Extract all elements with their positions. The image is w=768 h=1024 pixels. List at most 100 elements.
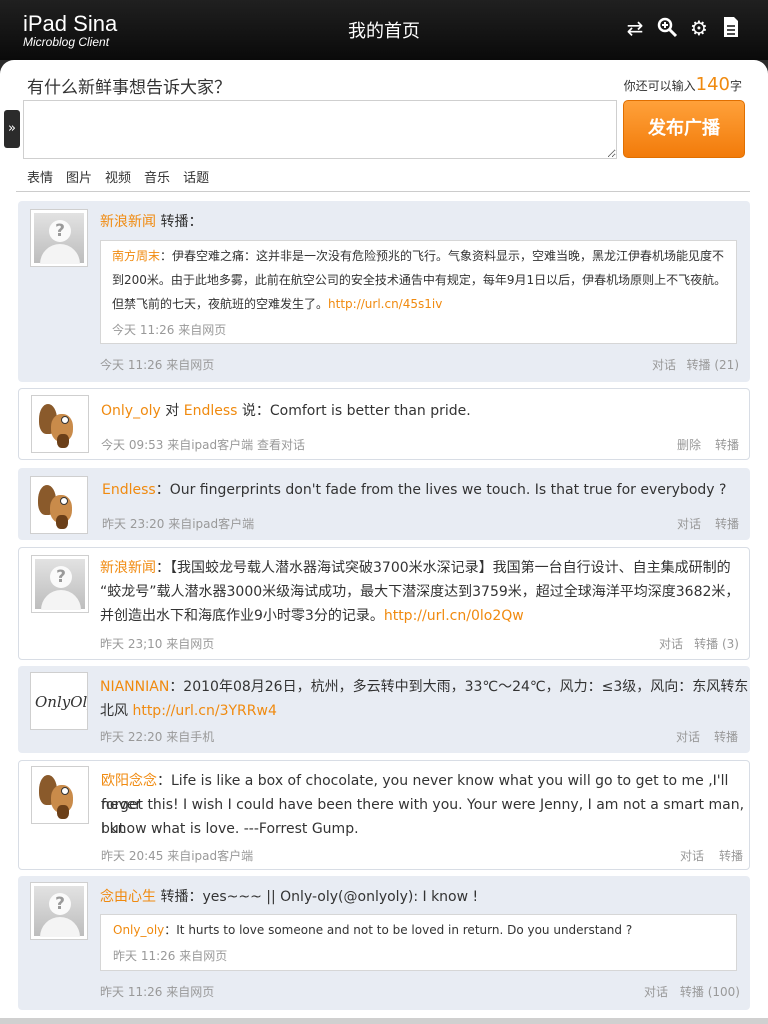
avatar[interactable]: ? <box>30 209 88 267</box>
squirrel-avatar-icon <box>36 481 82 529</box>
feed-item: Endless：Our fingerprints don't fade from… <box>18 468 750 540</box>
text-part: 转播：yes~~~ || Only-oly(@onlyoly): I know … <box>156 889 479 905</box>
conversation-link[interactable]: 对话 <box>652 356 676 373</box>
author-name[interactable]: Only_oly <box>101 403 161 419</box>
author-name[interactable]: 念由心生 <box>100 889 156 905</box>
quote-line: 但禁飞前的七天，夜航班的空难发生了。http://url.cn/45s1iv <box>112 292 442 316</box>
signature-avatar-icon: OnlyOly <box>35 693 88 711</box>
feed-item: ? 新浪新闻 转播： 南方周末：伊春空难之痛：这并非是一次没有危险预兆的飞行。气… <box>18 201 750 382</box>
author-name[interactable]: NIANNIAN <box>100 679 169 695</box>
item-text: I know what is love. ---Forrest Gump. <box>101 821 359 837</box>
item-text: 北风 http://url.cn/3YRRw4 <box>100 699 277 723</box>
author-name[interactable]: 欧阳念念 <box>101 773 157 789</box>
repost-link[interactable]: 转播 <box>715 436 739 453</box>
author-name[interactable]: 新浪新闻 <box>100 560 156 576</box>
top-bar: iPad Sina Microblog Client 我的首页 ⇄ ⚙ <box>0 0 768 60</box>
tool-image[interactable]: 图片 <box>66 167 92 186</box>
quote-line: Only_oly：It hurts to love someone and no… <box>113 918 632 942</box>
conversation-link[interactable]: 对话 <box>659 635 683 652</box>
compose-tools: 表情 图片 视频 音乐 话题 <box>27 167 209 186</box>
repost-link[interactable]: 转播 <box>715 515 739 532</box>
item-meta: 昨天 20:45 来自ipad客户端 <box>101 849 254 863</box>
item-text: 并创造出水下和海底作业9小时零3分的记录。http://url.cn/0lo2Q… <box>100 604 524 628</box>
text-part: 对 <box>160 403 184 419</box>
repost-link[interactable]: 转播 (100) <box>680 983 740 1000</box>
main-panel: 有什么新鲜事想告诉大家？ 你还可以输入140字 » 发布广播 表情 图片 视频 … <box>0 60 768 1018</box>
item-meta: 今天 11:26 来自网页 <box>100 358 215 372</box>
delete-link[interactable]: 删除 <box>677 436 701 453</box>
avatar[interactable] <box>30 476 88 534</box>
conversation-link[interactable]: 对话 <box>644 983 668 1000</box>
gear-icon[interactable]: ⚙ <box>688 16 710 40</box>
document-icon[interactable] <box>720 16 742 40</box>
item-text: “蛟龙号”载人潜水器3000米级海试成功，最大下潜深度达到3759米，超过全球海… <box>100 584 740 600</box>
text-part: ：【我国蛟龙号载人潜水器海试突破3700米水深记录】我国第一台自行设计、自主集成… <box>156 560 731 576</box>
repost-link[interactable]: 转播 <box>714 728 738 745</box>
quote-text: 但禁飞前的七天，夜航班的空难发生了。 <box>112 297 329 311</box>
post-link[interactable]: http://url.cn/0lo2Qw <box>384 608 524 624</box>
repost-label: 转播： <box>160 214 203 230</box>
item-text: Endless：Our fingerprints don't fade from… <box>102 478 726 502</box>
counter-number: 140 <box>695 74 730 95</box>
repost-link[interactable]: 转播 (21) <box>687 356 739 373</box>
item-text: Only_oly 对 Endless 说：Comfort is better t… <box>101 399 471 423</box>
tool-emoticon[interactable]: 表情 <box>27 167 53 186</box>
item-meta: 昨天 11:26 来自网页 <box>100 985 215 999</box>
author-name[interactable]: 新浪新闻 <box>100 214 156 230</box>
default-avatar-icon: ? <box>35 559 85 610</box>
squirrel-avatar-icon <box>37 771 83 819</box>
conversation-link[interactable]: 对话 <box>677 515 701 532</box>
text-part: ：2010年08月26日，杭州，多云转中到大雨，33℃～24℃，风力：≤3级，风… <box>169 679 749 695</box>
toolbar-icons: ⇄ ⚙ <box>624 16 742 40</box>
avatar[interactable]: OnlyOly <box>30 672 88 730</box>
item-meta: 昨天 23:20 来自ipad客户端 <box>102 517 255 531</box>
post-link[interactable]: http://url.cn/3YRRw4 <box>132 703 276 719</box>
search-zoom-icon[interactable] <box>656 16 678 40</box>
tool-music[interactable]: 音乐 <box>144 167 170 186</box>
text-part: ：Our fingerprints don't fade from the li… <box>155 482 727 498</box>
quote-text: ：It hurts to love someone and not to be … <box>164 923 633 937</box>
quote-link[interactable]: http://url.cn/45s1iv <box>328 297 442 311</box>
conversation-link[interactable]: 对话 <box>680 847 704 864</box>
sidebar-toggle-icon[interactable]: » <box>4 110 20 148</box>
text-part: 并创造出水下和海底作业9小时零3分的记录。 <box>100 608 384 624</box>
quote-author[interactable]: 南方周末 <box>112 249 160 263</box>
compose-question: 有什么新鲜事想告诉大家？ <box>27 78 231 98</box>
tool-video[interactable]: 视频 <box>105 167 131 186</box>
quote-text: ：伊春空难之痛：这并非是一次没有危险预兆的飞行。气象资料显示，空难当晚，黑龙江伊… <box>160 249 725 263</box>
compose-divider <box>16 191 750 192</box>
default-avatar-icon: ? <box>34 886 84 937</box>
quoted-post: 南方周末：伊春空难之痛：这并非是一次没有危险预兆的飞行。气象资料显示，空难当晚，… <box>100 240 737 344</box>
publish-button[interactable]: 发布广播 <box>623 100 745 158</box>
quote-meta: 今天 11:26 来自网页 <box>112 323 227 337</box>
mention-name[interactable]: Endless <box>184 403 238 419</box>
author-name[interactable]: Endless <box>102 482 156 498</box>
item-meta: 昨天 23;10 来自网页 <box>100 637 215 651</box>
avatar[interactable] <box>31 395 89 453</box>
swap-arrows-icon[interactable]: ⇄ <box>624 16 646 40</box>
quote-author[interactable]: Only_oly <box>113 923 164 937</box>
item-meta: 昨天 22:20 来自手机 <box>100 730 215 744</box>
item-header: 念由心生 转播：yes~~~ || Only-oly(@onlyoly): I … <box>100 885 478 909</box>
quote-line: 南方周末：伊春空难之痛：这并非是一次没有危险预兆的飞行。气象资料显示，空难当晚，… <box>112 244 724 268</box>
avatar[interactable]: ? <box>31 555 89 613</box>
item-text: 新浪新闻：【我国蛟龙号载人潜水器海试突破3700米水深记录】我国第一台自行设计、… <box>100 556 731 580</box>
counter-prefix: 你还可以输入 <box>623 79 696 93</box>
item-meta: 今天 09:53 来自ipad客户端 查看对话 <box>101 438 305 452</box>
text-part: 北风 <box>100 703 133 719</box>
conversation-link[interactable]: 对话 <box>676 728 700 745</box>
bottom-strip <box>0 1018 768 1024</box>
quote-meta: 昨天 11:26 来自网页 <box>113 949 228 963</box>
squirrel-avatar-icon <box>37 400 83 448</box>
repost-link[interactable]: 转播 (3) <box>694 635 739 652</box>
quoted-post: Only_oly：It hurts to love someone and no… <box>100 914 737 971</box>
compose-input[interactable] <box>23 100 617 159</box>
feed-item: ? 念由心生 转播：yes~~~ || Only-oly(@onlyoly): … <box>18 876 750 1010</box>
char-counter: 你还可以输入140字 <box>624 74 742 95</box>
tool-topic[interactable]: 话题 <box>183 167 209 186</box>
avatar[interactable] <box>31 766 89 824</box>
text-part: 说：Comfort is better than pride. <box>237 403 471 419</box>
avatar[interactable]: ? <box>30 882 88 940</box>
feed-item: Only_oly 对 Endless 说：Comfort is better t… <box>18 388 750 460</box>
repost-link[interactable]: 转播 <box>719 847 743 864</box>
